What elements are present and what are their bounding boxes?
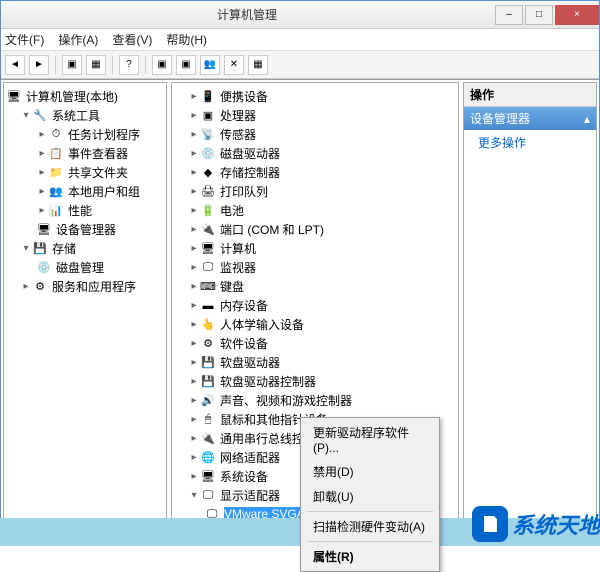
tools-icon: 🔧 xyxy=(32,108,48,124)
toolbar-btn-4[interactable]: ✕ xyxy=(224,55,244,75)
users-icon: 👥 xyxy=(48,184,64,200)
ctx-uninstall[interactable]: 卸载(U) xyxy=(303,484,437,509)
menu-help[interactable]: 帮助(H) xyxy=(166,31,207,48)
menu-action[interactable]: 操作(A) xyxy=(58,31,98,48)
ctx-separator xyxy=(307,541,433,542)
menu-file[interactable]: 文件(F) xyxy=(5,31,44,48)
toolbar-btn-5[interactable]: ▦ xyxy=(248,55,268,75)
hid-icon: 👆 xyxy=(200,317,216,333)
actions-selected[interactable]: 设备管理器▴ xyxy=(464,107,596,130)
close-button[interactable]: × xyxy=(555,5,599,25)
titlebar: 计算机管理 – □ × xyxy=(1,1,599,29)
sysdev-icon: 🖥 xyxy=(200,469,216,485)
tree-systools[interactable]: ▾🔧系统工具 xyxy=(6,106,164,125)
dev-sensor[interactable]: ▸📡传感器 xyxy=(174,125,456,144)
task-icon: ⏱ xyxy=(48,127,64,143)
portable-icon: 📱 xyxy=(200,89,216,105)
memory-icon: ▬ xyxy=(200,298,216,314)
context-menu: 更新驱动程序软件(P)... 禁用(D) 卸载(U) 扫描检测硬件变动(A) 属… xyxy=(300,417,440,572)
ctx-separator xyxy=(307,511,433,512)
dev-keyboard[interactable]: ▸⌨键盘 xyxy=(174,277,456,296)
computer-icon: 🖥 xyxy=(6,89,22,105)
dev-portable[interactable]: ▸📱便携设备 xyxy=(174,87,456,106)
event-icon: 📋 xyxy=(48,146,64,162)
dev-printq[interactable]: ▸🖨打印队列 xyxy=(174,182,456,201)
menubar: 文件(F) 操作(A) 查看(V) 帮助(H) xyxy=(1,29,599,51)
actions-pane: 操作 设备管理器▴ 更多操作 xyxy=(463,82,597,543)
storctrl-icon: ◆ xyxy=(200,165,216,181)
computer-icon: 🖥 xyxy=(200,241,216,257)
display-icon: 🖵 xyxy=(200,488,216,504)
dev-memory[interactable]: ▸▬内存设备 xyxy=(174,296,456,315)
dev-software[interactable]: ▸⚙软件设备 xyxy=(174,334,456,353)
back-button[interactable]: ◄ xyxy=(5,55,25,75)
tree-diskmgr[interactable]: 💿磁盘管理 xyxy=(6,258,164,277)
maximize-button[interactable]: □ xyxy=(525,5,553,25)
tree-perf[interactable]: ▸📊性能 xyxy=(6,201,164,220)
window-title: 计算机管理 xyxy=(1,6,493,23)
watermark-icon xyxy=(472,506,508,542)
keyboard-icon: ⌨ xyxy=(200,279,216,295)
toolbar: ◄ ► ▣ ▦ ? ▣ ▣ 👥 ✕ ▦ xyxy=(1,51,599,79)
tree-storage[interactable]: ▾💾存储 xyxy=(6,239,164,258)
cpu-icon: ▣ xyxy=(200,108,216,124)
tree-event[interactable]: ▸📋事件查看器 xyxy=(6,144,164,163)
storage-icon: 💾 xyxy=(32,241,48,257)
ports-icon: 🔌 xyxy=(200,222,216,238)
watermark: 系统天地 xyxy=(472,506,600,542)
usb-icon: 🔌 xyxy=(200,431,216,447)
tree-task[interactable]: ▸⏱任务计划程序 xyxy=(6,125,164,144)
dev-monitor[interactable]: ▸🖵监视器 xyxy=(174,258,456,277)
software-icon: ⚙ xyxy=(200,336,216,352)
services-icon: ⚙ xyxy=(32,279,48,295)
sound-icon: 🔊 xyxy=(200,393,216,409)
dev-floppy[interactable]: ▸💾软盘驱动器 xyxy=(174,353,456,372)
tree-users[interactable]: ▸👥本地用户和组 xyxy=(6,182,164,201)
toolbar-btn-3[interactable]: 👥 xyxy=(200,55,220,75)
forward-button[interactable]: ► xyxy=(29,55,49,75)
dev-diskdrv[interactable]: ▸💿磁盘驱动器 xyxy=(174,144,456,163)
collapse-icon: ▴ xyxy=(584,112,590,126)
devmgr-icon: 🖥 xyxy=(36,222,52,238)
dev-sound[interactable]: ▸🔊声音、视频和游戏控制器 xyxy=(174,391,456,410)
tree-root[interactable]: 🖥计算机管理(本地) xyxy=(6,87,164,106)
toolbar-btn-1[interactable]: ▣ xyxy=(152,55,172,75)
minimize-button[interactable]: – xyxy=(495,5,523,25)
up-button[interactable]: ▣ xyxy=(62,55,82,75)
dev-hid[interactable]: ▸👆人体学输入设备 xyxy=(174,315,456,334)
dev-storctrl[interactable]: ▸◆存储控制器 xyxy=(174,163,456,182)
actions-header: 操作 xyxy=(464,83,596,107)
dev-cpu[interactable]: ▸▣处理器 xyxy=(174,106,456,125)
diskmgr-icon: 💿 xyxy=(36,260,52,276)
dev-floppyctrl[interactable]: ▸💾软盘驱动器控制器 xyxy=(174,372,456,391)
network-icon: 🌐 xyxy=(200,450,216,466)
toolbar-btn-2[interactable]: ▣ xyxy=(176,55,196,75)
help-button[interactable]: ? xyxy=(119,55,139,75)
menu-view[interactable]: 查看(V) xyxy=(112,31,152,48)
ctx-scan[interactable]: 扫描检测硬件变动(A) xyxy=(303,514,437,539)
tree-devmgr[interactable]: 🖥设备管理器 xyxy=(6,220,164,239)
props-button[interactable]: ▦ xyxy=(86,55,106,75)
folder-icon: 📁 xyxy=(48,165,64,181)
ctx-props[interactable]: 属性(R) xyxy=(303,544,437,569)
mouse-icon: 🖱 xyxy=(200,412,216,428)
tree-shared[interactable]: ▸📁共享文件夹 xyxy=(6,163,164,182)
battery-icon: 🔋 xyxy=(200,203,216,219)
monitor-icon: 🖵 xyxy=(200,260,216,276)
sensor-icon: 📡 xyxy=(200,127,216,143)
left-tree-pane: 🖥计算机管理(本地) ▾🔧系统工具 ▸⏱任务计划程序 ▸📋事件查看器 ▸📁共享文… xyxy=(3,82,167,543)
actions-more[interactable]: 更多操作 xyxy=(464,130,596,155)
dev-computer[interactable]: ▸🖥计算机 xyxy=(174,239,456,258)
ctx-update[interactable]: 更新驱动程序软件(P)... xyxy=(303,420,437,459)
perf-icon: 📊 xyxy=(48,203,64,219)
dev-battery[interactable]: ▸🔋电池 xyxy=(174,201,456,220)
tree-services[interactable]: ▸⚙服务和应用程序 xyxy=(6,277,164,296)
ctx-disable[interactable]: 禁用(D) xyxy=(303,459,437,484)
print-icon: 🖨 xyxy=(200,184,216,200)
floppy-icon: 💾 xyxy=(200,355,216,371)
disk-icon: 💿 xyxy=(200,146,216,162)
floppyctrl-icon: 💾 xyxy=(200,374,216,390)
dev-ports[interactable]: ▸🔌端口 (COM 和 LPT) xyxy=(174,220,456,239)
watermark-text: 系统天地 xyxy=(512,508,600,540)
